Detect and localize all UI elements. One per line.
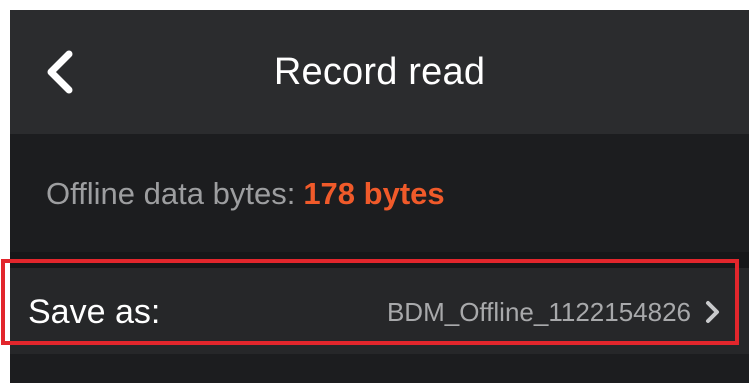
offline-data-label: Offline data bytes: (46, 176, 296, 211)
offline-data-value: 178 bytes (303, 176, 445, 211)
screen: Record read Offline data bytes: 178 bytes… (0, 0, 749, 383)
section-divider (10, 252, 749, 268)
offline-data-row: Offline data bytes: 178 bytes (10, 134, 749, 252)
offline-data-text: Offline data bytes: 178 bytes (46, 174, 445, 214)
save-as-filename: BDM_Offline_1122154826 (386, 297, 691, 327)
save-as-label: Save as: (28, 293, 161, 331)
chevron-right-icon (706, 301, 719, 323)
app-window: Record read Offline data bytes: 178 bytes… (10, 10, 749, 383)
save-as-row[interactable]: Save as: BDM_Offline_1122154826 (10, 268, 749, 354)
header-bar: Record read (10, 10, 749, 134)
bottom-area (10, 354, 749, 383)
page-title: Record read (273, 51, 486, 93)
